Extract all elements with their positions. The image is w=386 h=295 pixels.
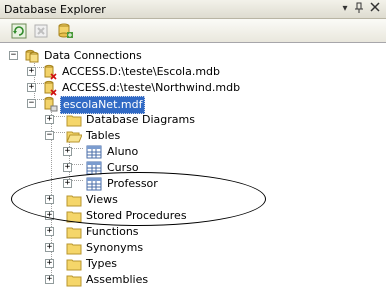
tree-item-folder[interactable]: + Assemblies [0,272,386,288]
expand-icon[interactable]: + [45,115,54,124]
folder-icon [66,115,82,127]
tree-item-folder[interactable]: + Stored Procedures [0,208,386,224]
title-bar: Database Explorer ▾ [0,0,386,19]
expand-icon[interactable]: + [45,227,54,236]
expand-icon[interactable]: + [27,83,36,92]
tree-item-label: Stored Procedures [86,209,187,222]
broken-database-icon [44,80,57,96]
folder-icon [66,259,82,271]
tree-item-data-connections[interactable]: − Data Connections [0,48,386,64]
tree-item-label: Aluno [107,145,139,158]
folder-icon [66,275,82,287]
tree-item-folder[interactable]: − Tables [0,128,386,144]
connect-database-button[interactable] [56,22,74,40]
tree-item-label: Assemblies [86,273,149,286]
tree-item-label: ACCESS.d:\teste\Northwind.mdb [62,81,241,94]
open-folder-icon [66,131,82,143]
refresh-button[interactable] [10,22,28,40]
table-icon [86,145,102,159]
stop-icon [34,24,48,38]
table-icon [86,161,102,175]
table-icon [86,177,102,191]
tree-item-label: Curso [107,161,139,174]
broken-database-icon [44,64,57,80]
stop-button[interactable] [32,22,50,40]
tree-item-folder[interactable]: + Database Diagrams [0,112,386,128]
tree-item-label: Data Connections [44,49,142,62]
toolbar [0,19,386,43]
tree-item-table[interactable]: + Aluno [0,144,386,160]
tree-item-label: Tables [86,129,121,142]
expand-icon[interactable]: + [63,163,72,172]
folder-icon [66,243,82,255]
folder-icon [66,211,82,223]
tree-item-folder[interactable]: + Functions [0,224,386,240]
expand-icon[interactable]: + [45,195,54,204]
connect-database-icon [58,23,73,38]
tree-item-folder[interactable]: + Synonyms [0,240,386,256]
collapse-icon[interactable]: − [27,99,36,108]
refresh-icon [11,23,27,39]
folder-icon [66,195,82,207]
close-icon[interactable] [368,2,382,16]
tree-item-table[interactable]: + Professor [0,176,386,192]
tree-item-connection[interactable]: + ACCESS.d:\teste\Northwind.mdb [0,80,386,96]
data-connections-icon [25,49,39,63]
expand-icon[interactable]: + [45,259,54,268]
tree-item-label: Database Diagrams [86,113,195,126]
tree-item-table[interactable]: + Curso [0,160,386,176]
folder-icon [66,227,82,239]
expand-icon[interactable]: + [45,211,54,220]
tree-item-label: Views [86,193,118,206]
expand-icon[interactable]: + [27,67,36,76]
tree-item-folder[interactable]: + Views [0,192,386,208]
expand-icon[interactable]: + [63,179,72,188]
collapse-icon[interactable]: − [9,51,18,60]
tree-item-folder[interactable]: + Types [0,256,386,272]
pin-icon[interactable] [352,2,366,16]
tree-item-label: Functions [86,225,139,238]
dropdown-icon[interactable]: ▾ [338,2,352,16]
tree-item-connection[interactable]: + ACCESS.D:\teste\Escola.mdb [0,64,386,80]
collapse-icon[interactable]: − [45,131,54,140]
expand-icon[interactable]: + [45,243,54,252]
tree-item-label: Professor [107,177,158,190]
tree-item-connection[interactable]: − escolaNet.mdf [0,96,386,114]
tree-item-label: Types [86,257,117,270]
tree-item-label: Synonyms [86,241,144,254]
database-icon [44,96,58,112]
expand-icon[interactable]: + [63,147,72,156]
tree-item-label: ACCESS.D:\teste\Escola.mdb [62,65,221,78]
tree-view: − Data Connections + ACCESS.D:\teste\Esc… [0,43,386,295]
expand-icon[interactable]: + [45,275,54,284]
window-title: Database Explorer [4,3,106,16]
